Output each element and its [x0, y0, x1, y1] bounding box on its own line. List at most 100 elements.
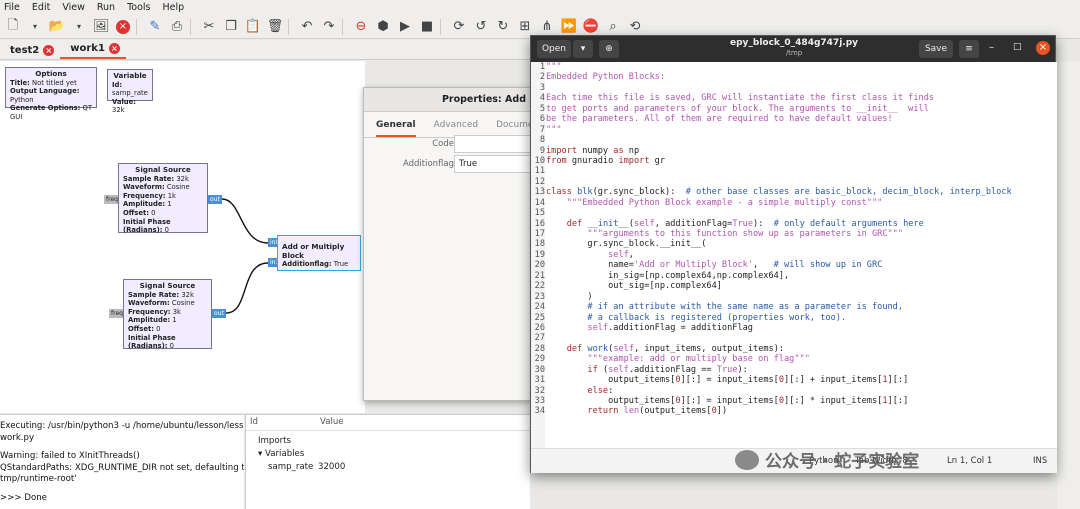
editor-header-bar: Open ▾ ⊕ epy_block_0_484g747j.py /tmp Sa… [531, 36, 1055, 62]
line-number: 14 [534, 197, 545, 208]
side-panel [1057, 61, 1080, 509]
property-row-code: Code [364, 135, 534, 153]
toolbar-separator [136, 18, 142, 35]
document-tabs: test2 × work1 × [0, 40, 530, 60]
variables-panel: Id Value Imports ▾ Variables samp_rate 3… [245, 414, 530, 509]
dialog-title: Properties: Add [364, 88, 530, 112]
forward-icon[interactable]: ⏩ [560, 18, 578, 36]
line-number: 17 [534, 229, 545, 239]
column-value[interactable]: Value [320, 417, 344, 428]
variable-value: 32000 [318, 462, 346, 472]
line-number: 32 [534, 385, 545, 396]
stop-icon[interactable]: ■ [418, 18, 436, 36]
dropdown-arrow-icon[interactable]: ▾ [70, 18, 88, 36]
toolbar-separator [288, 18, 294, 35]
watermark-text: 公众号 · 蛇子实验室 [765, 452, 920, 472]
line-number: 27 [534, 333, 545, 344]
undo-icon[interactable]: ↶ [298, 18, 316, 36]
delete-icon[interactable]: 🗑 [266, 18, 284, 36]
flowgraph-icon[interactable]: ⊞ [516, 18, 534, 36]
console-line: Executing: /usr/bin/python3 -u /home/ubu… [0, 421, 244, 431]
reload-icon[interactable]: ⟳ [450, 18, 468, 36]
close-tab-icon[interactable]: × [108, 43, 120, 54]
new-file-icon[interactable]: 🗋 [4, 18, 22, 36]
refresh-icon[interactable]: ⟲ [626, 18, 644, 36]
run-icon[interactable]: ▶ [396, 18, 414, 36]
line-number: 15 [534, 208, 545, 219]
close-tab-icon[interactable]: × [43, 45, 55, 56]
close-icon[interactable]: × [114, 18, 132, 36]
line-number: 9 [539, 145, 545, 156]
variables-header: Id Value [246, 415, 530, 431]
line-number: 30 [534, 364, 545, 375]
line-number: 25 [534, 312, 545, 323]
rotate-ccw-icon[interactable]: ↺ [472, 18, 490, 36]
paste-icon[interactable]: 📋 [244, 18, 262, 36]
menu-edit[interactable]: Edit [32, 2, 50, 13]
line-number: 29 [534, 354, 545, 365]
line-number: 23 [534, 291, 545, 302]
column-id[interactable]: Id [250, 417, 320, 428]
menu-help[interactable]: Help [162, 2, 184, 13]
save-image-icon[interactable]: 🖼 [92, 18, 110, 36]
save-button[interactable]: Save [919, 40, 953, 58]
code-text[interactable]: """ Embedded Python Blocks: Each time th… [546, 62, 1057, 448]
code-area[interactable]: 1 2 3 4 5 6 7 8 9 10 11 12 13 14 15 16 17 18 19 20 21 22 23 24 2… [531, 62, 1057, 448]
expander-icon[interactable]: ▾ [258, 449, 265, 459]
flowgraph-canvas[interactable]: Options Title: Not titled yet Output Lan… [0, 61, 365, 413]
variable-row[interactable]: samp_rate 32000 [258, 461, 530, 474]
copy-icon[interactable]: ❐ [222, 18, 240, 36]
connection-line [225, 262, 269, 314]
line-number: 20 [534, 260, 545, 271]
code-field[interactable] [454, 135, 534, 153]
disable-block-icon[interactable]: ⊖ [352, 18, 370, 36]
tab-test2[interactable]: test2 × [0, 43, 60, 59]
edit-icon[interactable]: ✎ [146, 18, 164, 36]
line-number: 28 [534, 343, 545, 354]
console-line: tmp/runtime-root' [0, 474, 77, 484]
open-folder-icon[interactable]: 📂 [48, 18, 66, 36]
additionflag-field[interactable]: True [454, 155, 534, 173]
properties-dialog: Properties: Add General Advanced Documen… [363, 87, 543, 401]
toolbar-separator [342, 18, 348, 35]
line-number: 4 [539, 93, 545, 104]
connection-line [221, 198, 269, 244]
property-row-additionflag: Additionflag True [364, 155, 534, 173]
line-number: 5 [539, 103, 545, 114]
console-line: Warning: failed to XInitThreads() [0, 451, 140, 461]
line-number: 7 [539, 124, 545, 135]
maximize-icon[interactable]: □ [1013, 42, 1022, 52]
wechat-logo-icon [735, 449, 759, 470]
property-label: Code [432, 139, 454, 149]
imports-node[interactable]: Imports [258, 435, 530, 448]
generate-icon[interactable]: ⬢ [374, 18, 392, 36]
menu-file[interactable]: File [4, 2, 20, 13]
print-icon[interactable]: ⎙ [168, 18, 186, 36]
rotate-cw-icon[interactable]: ↻ [494, 18, 512, 36]
menu-tools[interactable]: Tools [127, 2, 150, 13]
toolbar-separator [440, 18, 446, 35]
variables-node[interactable]: ▾ Variables [258, 448, 530, 461]
dropdown-arrow-icon[interactable]: ▾ [26, 18, 44, 36]
line-number: 21 [534, 270, 545, 281]
cut-icon[interactable]: ✂ [200, 18, 218, 36]
text-editor-window: Open ▾ ⊕ epy_block_0_484g747j.py /tmp Sa… [530, 35, 1057, 473]
line-number: 26 [534, 322, 545, 333]
tab-work1[interactable]: work1 × [60, 41, 126, 59]
hierarchy-icon[interactable]: ⋔ [538, 18, 556, 36]
kill-icon[interactable]: ⛔ [582, 18, 600, 36]
console-line: >>> Done [0, 492, 47, 503]
close-window-icon[interactable]: × [1036, 41, 1050, 55]
cursor-position[interactable]: Ln 1, Col 1 [947, 456, 992, 466]
tab-label: test2 [10, 45, 40, 56]
line-number: 3 [539, 82, 545, 93]
hamburger-menu-icon[interactable]: ≡ [959, 40, 979, 58]
variables-label: Variables [265, 449, 305, 459]
menu-view[interactable]: View [62, 2, 85, 13]
redo-icon[interactable]: ↷ [320, 18, 338, 36]
search-icon[interactable]: ⌕ [604, 18, 622, 36]
line-number-gutter: 1 2 3 4 5 6 7 8 9 10 11 12 13 14 15 16 17 18 19 20 21 22 23 24 2… [531, 62, 545, 448]
line-number: 8 [539, 135, 545, 146]
menu-run[interactable]: Run [97, 2, 115, 13]
minimize-icon[interactable]: – [989, 42, 994, 53]
